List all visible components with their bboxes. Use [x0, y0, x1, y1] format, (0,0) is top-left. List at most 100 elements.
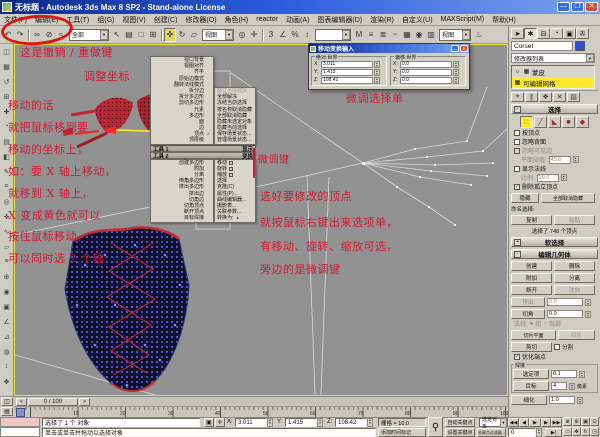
x-coord-spinner[interactable]: ▲▼ [267, 418, 273, 427]
turn-button[interactable]: 改向 [554, 285, 595, 295]
time-slider-handle[interactable]: 0 / 100 [28, 398, 78, 406]
hide-button[interactable]: 隐藏 [511, 193, 539, 203]
tab-create-icon[interactable]: ➤ [511, 28, 524, 39]
polygon-subobject-icon[interactable]: ■ [562, 116, 575, 128]
element-subobject-icon[interactable]: ◆ [576, 116, 589, 128]
normals-scale-field[interactable]: 20.0 [537, 174, 559, 182]
z-coord-spinner[interactable]: ▲▼ [367, 418, 373, 427]
show-end-result-icon[interactable]: ∥ [525, 92, 538, 102]
left-toolbar-icon[interactable]: ❖ [1, 374, 13, 389]
next-frame-arrow[interactable]: > [79, 398, 90, 406]
break-button[interactable]: 断开 [511, 285, 552, 295]
quick-render-icon[interactable]: ♨ [473, 28, 485, 42]
off-y-spinner[interactable]: ▲▼ [453, 69, 459, 76]
quad-tools1-header[interactable]: 工具 1 [153, 147, 169, 150]
weld-selected-field[interactable]: 0.1 [551, 370, 577, 378]
mini-toolbar-icon[interactable]: ▤ [1, 407, 13, 416]
normal-local-radio[interactable]: ○ [543, 321, 547, 327]
y-coord-field[interactable]: 1.415 [285, 418, 317, 427]
material-editor-icon[interactable]: ◉ [413, 28, 425, 42]
z-coord-field[interactable]: 108.42 [335, 418, 367, 427]
left-toolbar-icon[interactable]: ◍ [1, 344, 13, 359]
abs-z-field[interactable]: 108.42 [321, 77, 373, 84]
reference-coordinate-dropdown[interactable]: 视图▼ [202, 29, 234, 41]
abs-x-field[interactable]: 3.011 [321, 61, 373, 68]
normals-scale-spinner[interactable]: ▲▼ [561, 174, 567, 181]
add-time-tag-button[interactable]: 添加时间标记 [378, 428, 426, 437]
spinner-snap-icon[interactable]: ↕ [301, 28, 313, 42]
quad-tools2-header[interactable]: 工具 2 [153, 154, 169, 157]
abs-y-field[interactable]: 1.415 [321, 69, 373, 76]
dropdown-arrow-icon[interactable]: ▼ [586, 54, 594, 62]
quad-item-settings-box[interactable] [235, 215, 240, 221]
dropdown-arrow-icon[interactable]: ▼ [462, 30, 470, 40]
select-and-rotate-icon[interactable]: ↻ [176, 28, 188, 42]
ignore-visible-edges-checkbox[interactable]: 忽略可见边 [511, 146, 598, 155]
align-icon[interactable]: ≡ [365, 28, 377, 42]
slice-button[interactable]: 切片 [558, 330, 595, 340]
normal-group-radio[interactable]: ● [530, 321, 534, 327]
tab-hierarchy-icon[interactable]: ⊟ [537, 28, 550, 39]
dropdown-arrow-icon[interactable]: ▼ [225, 30, 233, 40]
tab-motion-icon[interactable]: ◔ [550, 28, 563, 39]
extrude-button[interactable]: 挤出 [511, 297, 545, 307]
show-normals-checkbox[interactable]: 显示法线 [511, 164, 598, 173]
modifier-list-dropdown[interactable]: 修改器列表▼ [511, 53, 595, 63]
chamfer-button[interactable]: 切角 [511, 309, 545, 319]
key-filters-button[interactable]: 关键点过滤器... [477, 428, 506, 437]
menu-item[interactable]: 帮助(H) [488, 15, 520, 25]
tessellate-spinner[interactable]: ▲▼ [577, 397, 583, 404]
collapse-icon[interactable]: - [514, 106, 521, 113]
off-x-field[interactable]: 0.0 [400, 61, 452, 68]
snap-toggle-icon[interactable]: 3 [265, 28, 277, 42]
menu-item[interactable]: 角色(H) [221, 15, 253, 25]
mirror-icon[interactable]: M [353, 28, 365, 42]
dropdown-arrow-icon[interactable]: ▼ [100, 30, 108, 40]
select-by-name-icon[interactable]: ▤ [123, 28, 135, 42]
off-z-field[interactable]: 0.0 [400, 77, 452, 84]
named-selection-dropdown[interactable]: ▼ [315, 29, 351, 41]
abs-x-spinner[interactable]: ▲▼ [374, 61, 380, 68]
planar-threshold-spinner[interactable]: ▲▼ [573, 156, 579, 163]
time-slider[interactable]: < 0 / 100 > [0, 396, 508, 406]
menu-item[interactable]: 组(G) [93, 15, 118, 25]
delete-isolated-vertices-checkbox[interactable]: ✓删除孤立顶点 [511, 182, 598, 191]
menu-item[interactable]: 自定义(U) [398, 15, 437, 25]
remove-modifier-icon[interactable]: ✕ [553, 92, 566, 102]
zoom-region-icon[interactable]: ▭ [563, 427, 572, 436]
weld-target-spinner[interactable]: ▲▼ [569, 383, 575, 390]
split-checkbox[interactable] [554, 344, 560, 350]
previous-frame-button[interactable]: ◀ [519, 418, 529, 427]
menu-item[interactable]: 图表编辑器(D) [313, 15, 366, 25]
min-max-toggle-icon[interactable]: ◳ [590, 427, 599, 436]
zoom-viewport-icon[interactable]: ⊕ [563, 417, 572, 426]
face-subobject-icon[interactable]: ◣ [548, 116, 561, 128]
menu-item[interactable]: 视图(V) [118, 15, 149, 25]
y-coord-spinner[interactable]: ▲▼ [317, 418, 323, 427]
chamfer-field[interactable]: 0.0 [547, 310, 583, 318]
cut-button[interactable]: 剪切 [511, 342, 552, 352]
select-and-manipulate-icon[interactable]: ✛ [248, 28, 260, 42]
play-button[interactable]: ▶ [529, 418, 541, 427]
menu-item[interactable]: reactor [252, 16, 282, 23]
expand-icon[interactable]: + [514, 239, 521, 246]
percent-snap-icon[interactable]: % [289, 28, 301, 42]
dialog-close-button[interactable]: ✕ [460, 45, 468, 52]
quad-item-settings-box[interactable] [229, 167, 233, 171]
tessellate-button[interactable]: 细化 [511, 395, 547, 405]
refine-ends-checkbox[interactable]: ✓优化端点 [511, 352, 598, 361]
close-button[interactable]: ✕ [585, 2, 598, 12]
left-toolbar-icon[interactable]: ⊿ [1, 329, 13, 344]
menu-item[interactable]: 渲染(R) [366, 15, 398, 25]
tab-utilities-icon[interactable]: ✇ [576, 28, 589, 39]
make-unique-icon[interactable]: ❖ [539, 92, 552, 102]
delete-button[interactable]: 删除 [554, 261, 595, 271]
render-scene-icon[interactable]: ▥ [425, 28, 437, 42]
selection-filter-dropdown[interactable]: 全部▼ [69, 29, 109, 41]
ignore-backfacing-checkbox[interactable]: 忽略背面 [511, 137, 598, 146]
set-key-toggle-button[interactable]: ⚲ [428, 417, 443, 437]
quad-menu-item[interactable]: 目标焊接 [151, 215, 213, 221]
planar-threshold-field[interactable]: 45.0 [549, 156, 571, 164]
dialog-minimize-button[interactable]: — [451, 45, 459, 52]
stack-item-editable-mesh[interactable]: ▦可编辑网格 [512, 77, 594, 88]
